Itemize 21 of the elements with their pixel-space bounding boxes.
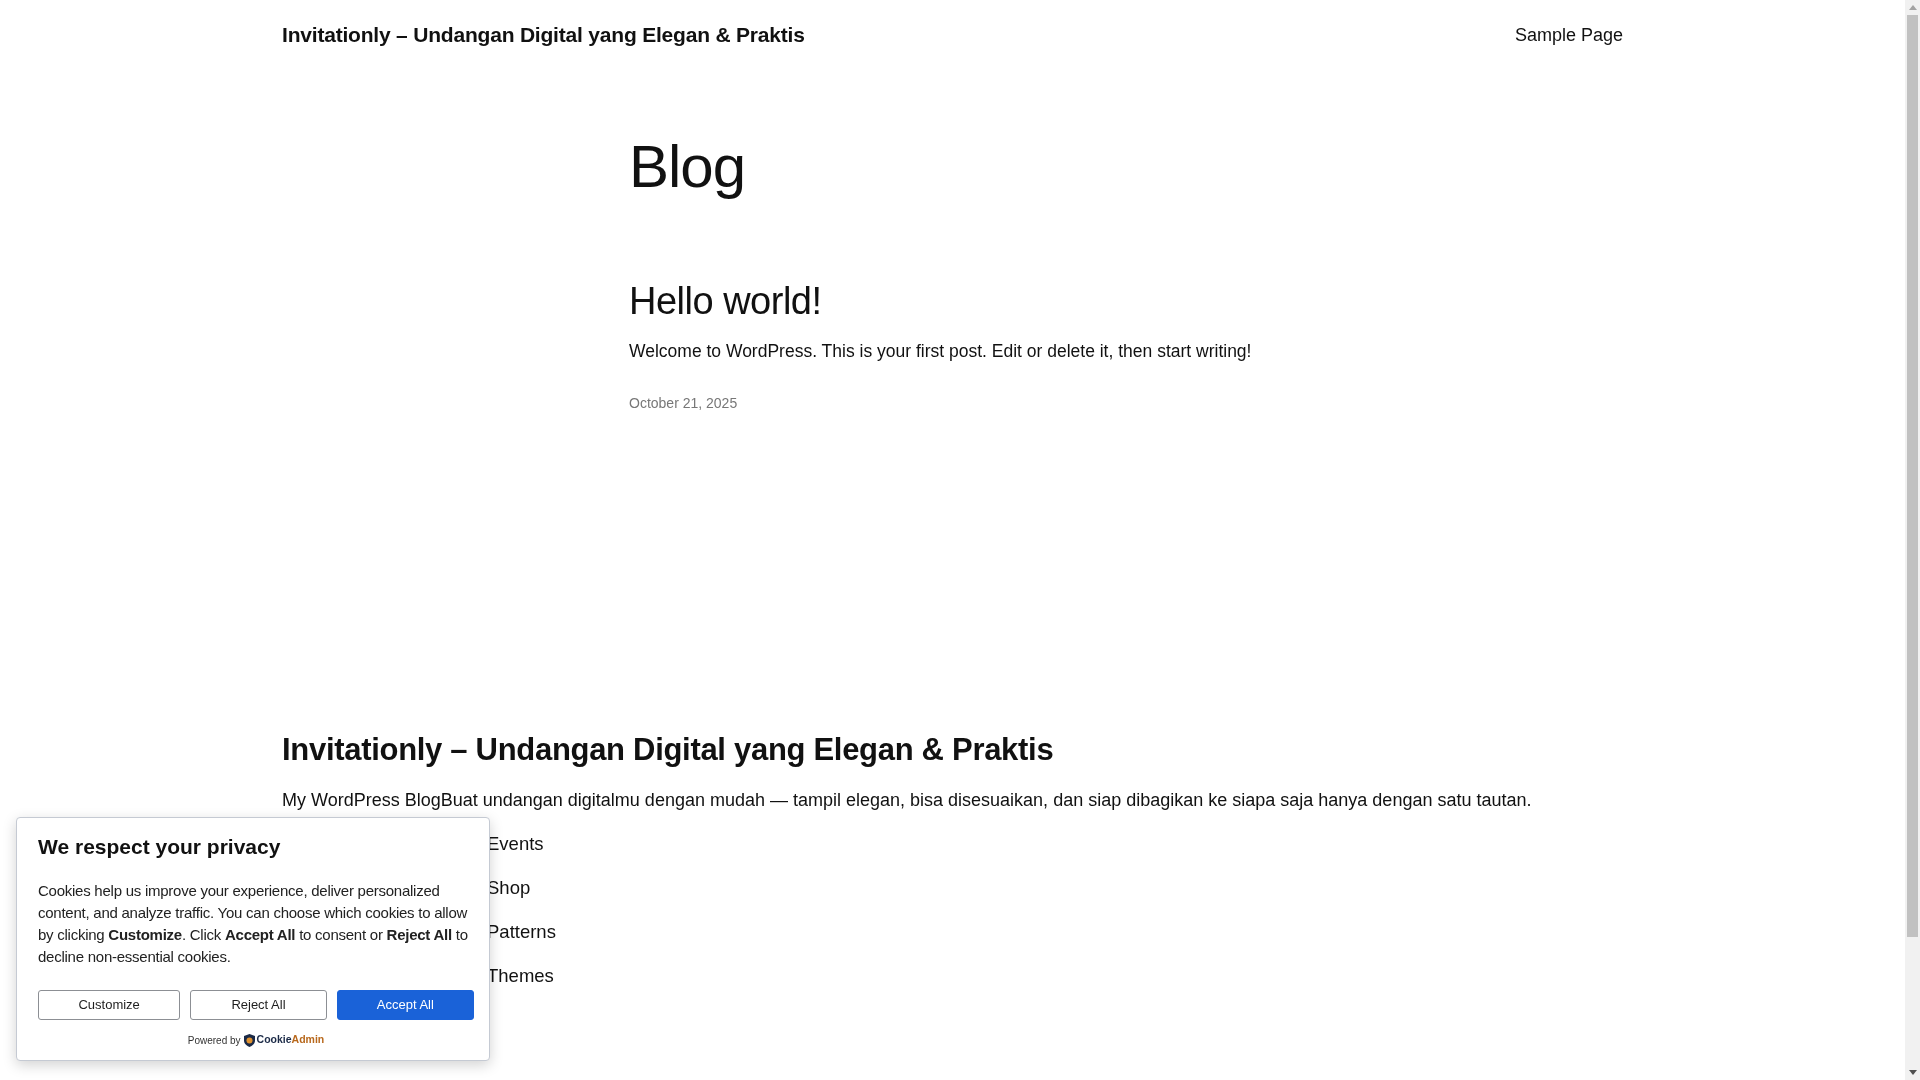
page-title: Blog xyxy=(629,132,746,202)
scroll-down-arrow-icon[interactable] xyxy=(1908,1070,1917,1075)
post-excerpt: Welcome to WordPress. This is your first post. Edit or delete it, then start writing! xyxy=(629,340,1252,363)
cookieadmin-logo-text: CookieAdmin xyxy=(256,1032,325,1048)
footer-nav-link[interactable]: Themes xyxy=(487,961,554,991)
shield-icon xyxy=(243,1033,255,1047)
scroll-up-arrow-icon[interactable] xyxy=(1908,5,1917,10)
scrollbar-thumb[interactable] xyxy=(1907,15,1918,937)
consent-option-button[interactable]: Customize xyxy=(38,990,181,1020)
footer-description: My WordPress BlogBuat undangan digitalmu dengan mudah — tampil elegan, bisa disesuaikan, dan siap dibagikan ke siapa saja hanya dengan satu tautan. xyxy=(282,789,1532,812)
consent-option-button[interactable]: Reject All xyxy=(190,990,327,1020)
nav-link[interactable]: Sample Page xyxy=(1514,20,1623,50)
footer-site-title-link[interactable]: Invitationly – Undangan Digital yang Elegan & Praktis xyxy=(282,727,1054,773)
banner-title: We respect your privacy xyxy=(38,834,282,860)
accept-all-button[interactable]: Accept All xyxy=(336,990,474,1020)
site-title-link[interactable]: Invitationly – Undangan Digital yang Elegan & Praktis xyxy=(282,20,805,50)
post-date: October 21, 2025 xyxy=(629,394,738,413)
banner-message: Cookies help us improve your experience, deliver personalized content, and analyze traffic. You can choose which cookies to allow by clicking Customize. Click Accept All to consent or Reject All to decline non-essential cookies. xyxy=(38,881,469,967)
scrollbar[interactable] xyxy=(1905,0,1920,1080)
powered-by-label: Powered by xyxy=(187,1033,241,1048)
post-title-link[interactable]: Hello world! xyxy=(629,277,822,325)
